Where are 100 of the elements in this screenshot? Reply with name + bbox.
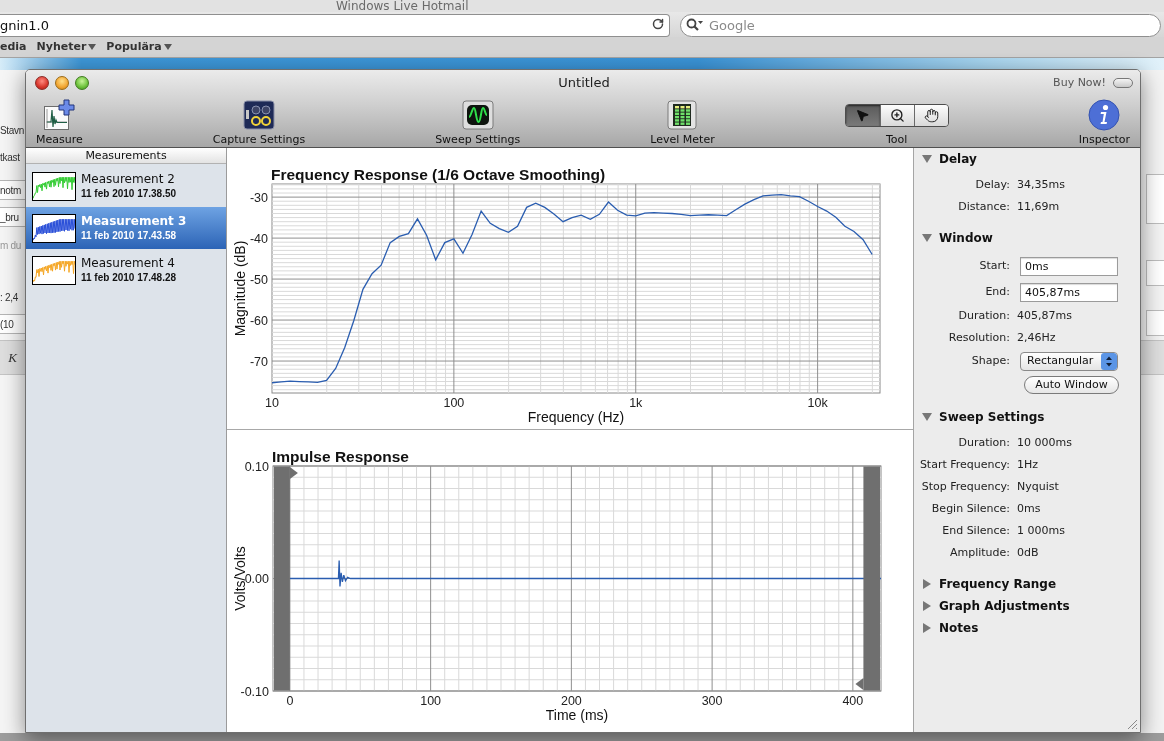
axis-tick-label: -60 <box>249 313 268 328</box>
disclosure-triangle-icon[interactable] <box>922 233 932 243</box>
bookmark-button[interactable]: edia <box>0 38 27 56</box>
field-label: End: <box>984 283 1010 300</box>
disclosure-triangle-icon[interactable] <box>922 579 932 589</box>
section-title[interactable]: Delay <box>939 150 977 168</box>
axis-tick-label: -70 <box>249 354 268 369</box>
field-value: 0ms <box>1017 500 1041 517</box>
tool-segment[interactable] <box>913 104 948 126</box>
resize-grip-icon[interactable] <box>1127 719 1138 730</box>
caret-icon <box>88 44 97 50</box>
toolbar-button[interactable]: Level Meter <box>650 99 715 146</box>
disclosure-triangle-icon[interactable] <box>922 154 932 164</box>
toolbar-label: Tool <box>886 133 908 146</box>
measurement-name: Measurement 2 <box>81 172 176 187</box>
field-label: Amplitude: <box>948 544 1010 561</box>
minimize-button[interactable] <box>55 76 69 90</box>
field-value: 1Hz <box>1017 456 1039 473</box>
level-meter-icon <box>666 99 699 131</box>
measurement-list-item[interactable]: Measurement 2 11 feb 2010 17.38.50 <box>26 165 226 207</box>
tool-segment[interactable] <box>879 104 914 126</box>
window-start-handle[interactable] <box>274 466 298 691</box>
page-input-field[interactable]: notm <box>0 180 25 200</box>
shape-dropdown[interactable]: Rectangular <box>1020 351 1118 371</box>
measurement-date: 11 feb 2010 17.43.58 <box>81 229 178 242</box>
axis-tick-label: 0.10 <box>244 459 269 474</box>
toolbar-button[interactable]: Capture Settings <box>212 99 306 146</box>
axis-tick-label: 0.00 <box>244 572 269 586</box>
section-title[interactable]: Sweep Settings <box>939 408 1045 426</box>
field-value: 2,46Hz <box>1017 329 1056 346</box>
page-text-fragment: : 2,4 <box>0 290 18 305</box>
graph-plus-icon <box>43 99 76 131</box>
field-label: Resolution: <box>947 329 1010 346</box>
auto-window-button[interactable]: Auto Window <box>1024 376 1119 394</box>
caret-icon <box>163 44 172 50</box>
search-icon[interactable] <box>686 18 704 31</box>
axis-title: Magnitude (dB) <box>232 240 248 337</box>
chart-title: Frequency Response (1/6 Octave Smoothing) <box>271 166 606 183</box>
axis-tick-label: 1k <box>629 396 643 410</box>
field-value: 10 000ms <box>1017 434 1072 451</box>
page-toolbar-band <box>1141 340 1164 375</box>
pointer-icon <box>855 107 871 123</box>
axis-tick-label: 200 <box>560 694 582 708</box>
page-input-field[interactable] <box>1146 260 1164 286</box>
axis-tick-label: 400 <box>842 694 864 708</box>
stepper-icon <box>1101 352 1117 370</box>
window-end-handle[interactable] <box>855 466 880 691</box>
axis-tick-label: -40 <box>249 231 268 246</box>
field-value: 11,69m <box>1017 198 1060 215</box>
zoom-button[interactable] <box>75 76 89 90</box>
buy-now-link[interactable]: Buy Now! <box>1053 74 1106 92</box>
search-field[interactable]: Google <box>680 14 1161 37</box>
section-title[interactable]: Notes <box>939 619 979 637</box>
section-title[interactable]: Frequency Range <box>939 575 1057 593</box>
bookmark-button[interactable]: Nyheter <box>36 38 97 56</box>
toolbar-button[interactable]: Sweep Settings <box>435 99 521 146</box>
field-value: 1 000ms <box>1017 522 1065 539</box>
disclosure-triangle-icon[interactable] <box>922 623 932 633</box>
toolbar-button[interactable]: Measure <box>36 99 83 146</box>
measurement-list-item[interactable]: Measurement 4 11 feb 2010 17.48.28 <box>26 249 226 291</box>
axis-tick-label: -30 <box>249 190 268 205</box>
field-label: Duration: <box>957 434 1010 451</box>
field-label: Start Frequency: <box>918 456 1010 473</box>
page-text-fragment: Stavn <box>0 123 25 138</box>
page-input-field[interactable] <box>1146 310 1164 336</box>
page-input-field[interactable]: _bru <box>0 207 25 227</box>
toolbar-toggle-button[interactable] <box>1113 78 1133 88</box>
page-input-field[interactable]: (10 <box>0 314 25 334</box>
field-label: Delay: <box>974 176 1010 193</box>
bookmark-button[interactable]: Populära <box>106 38 172 56</box>
section-title[interactable]: Graph Adjustments <box>939 597 1070 615</box>
oscilloscope-icon <box>461 99 494 131</box>
field-label: Start: <box>978 257 1010 274</box>
measurement-list-item[interactable]: Measurement 3 11 feb 2010 17.43.58 <box>26 207 226 249</box>
toolbar-button[interactable]: Inspector <box>1078 99 1131 146</box>
text-field[interactable]: 405,87ms <box>1020 282 1118 302</box>
axis-tick-label: -50 <box>249 272 268 287</box>
info-icon <box>1088 99 1121 131</box>
field-label: End Silence: <box>941 522 1010 539</box>
section-title[interactable]: Window <box>939 229 993 247</box>
field-label: Shape: <box>970 352 1010 369</box>
field-label: Stop Frequency: <box>920 478 1010 495</box>
axis-title: Time (ms) <box>545 707 609 723</box>
audio-interface-icon <box>242 99 275 131</box>
reload-icon[interactable] <box>652 18 664 30</box>
disclosure-triangle-icon[interactable] <box>922 601 932 611</box>
page-input-field[interactable] <box>1146 174 1164 224</box>
close-button[interactable] <box>35 76 49 90</box>
axis-tick-label: 10 <box>265 396 279 410</box>
field-label: Begin Silence: <box>930 500 1010 517</box>
axis-tick-label: 100 <box>443 396 465 410</box>
field-value: 0dB <box>1017 544 1039 561</box>
address-field[interactable]: gnin1.0 <box>0 14 670 37</box>
page-text-fragment: m du <box>0 238 22 253</box>
disclosure-triangle-icon[interactable] <box>922 412 932 422</box>
hand-icon <box>923 107 939 123</box>
text-field[interactable]: 0ms <box>1020 256 1118 276</box>
field-value: 405,87ms <box>1017 307 1072 324</box>
window-title: Untitled <box>558 74 610 93</box>
measurement-date: 11 feb 2010 17.38.50 <box>81 187 177 200</box>
